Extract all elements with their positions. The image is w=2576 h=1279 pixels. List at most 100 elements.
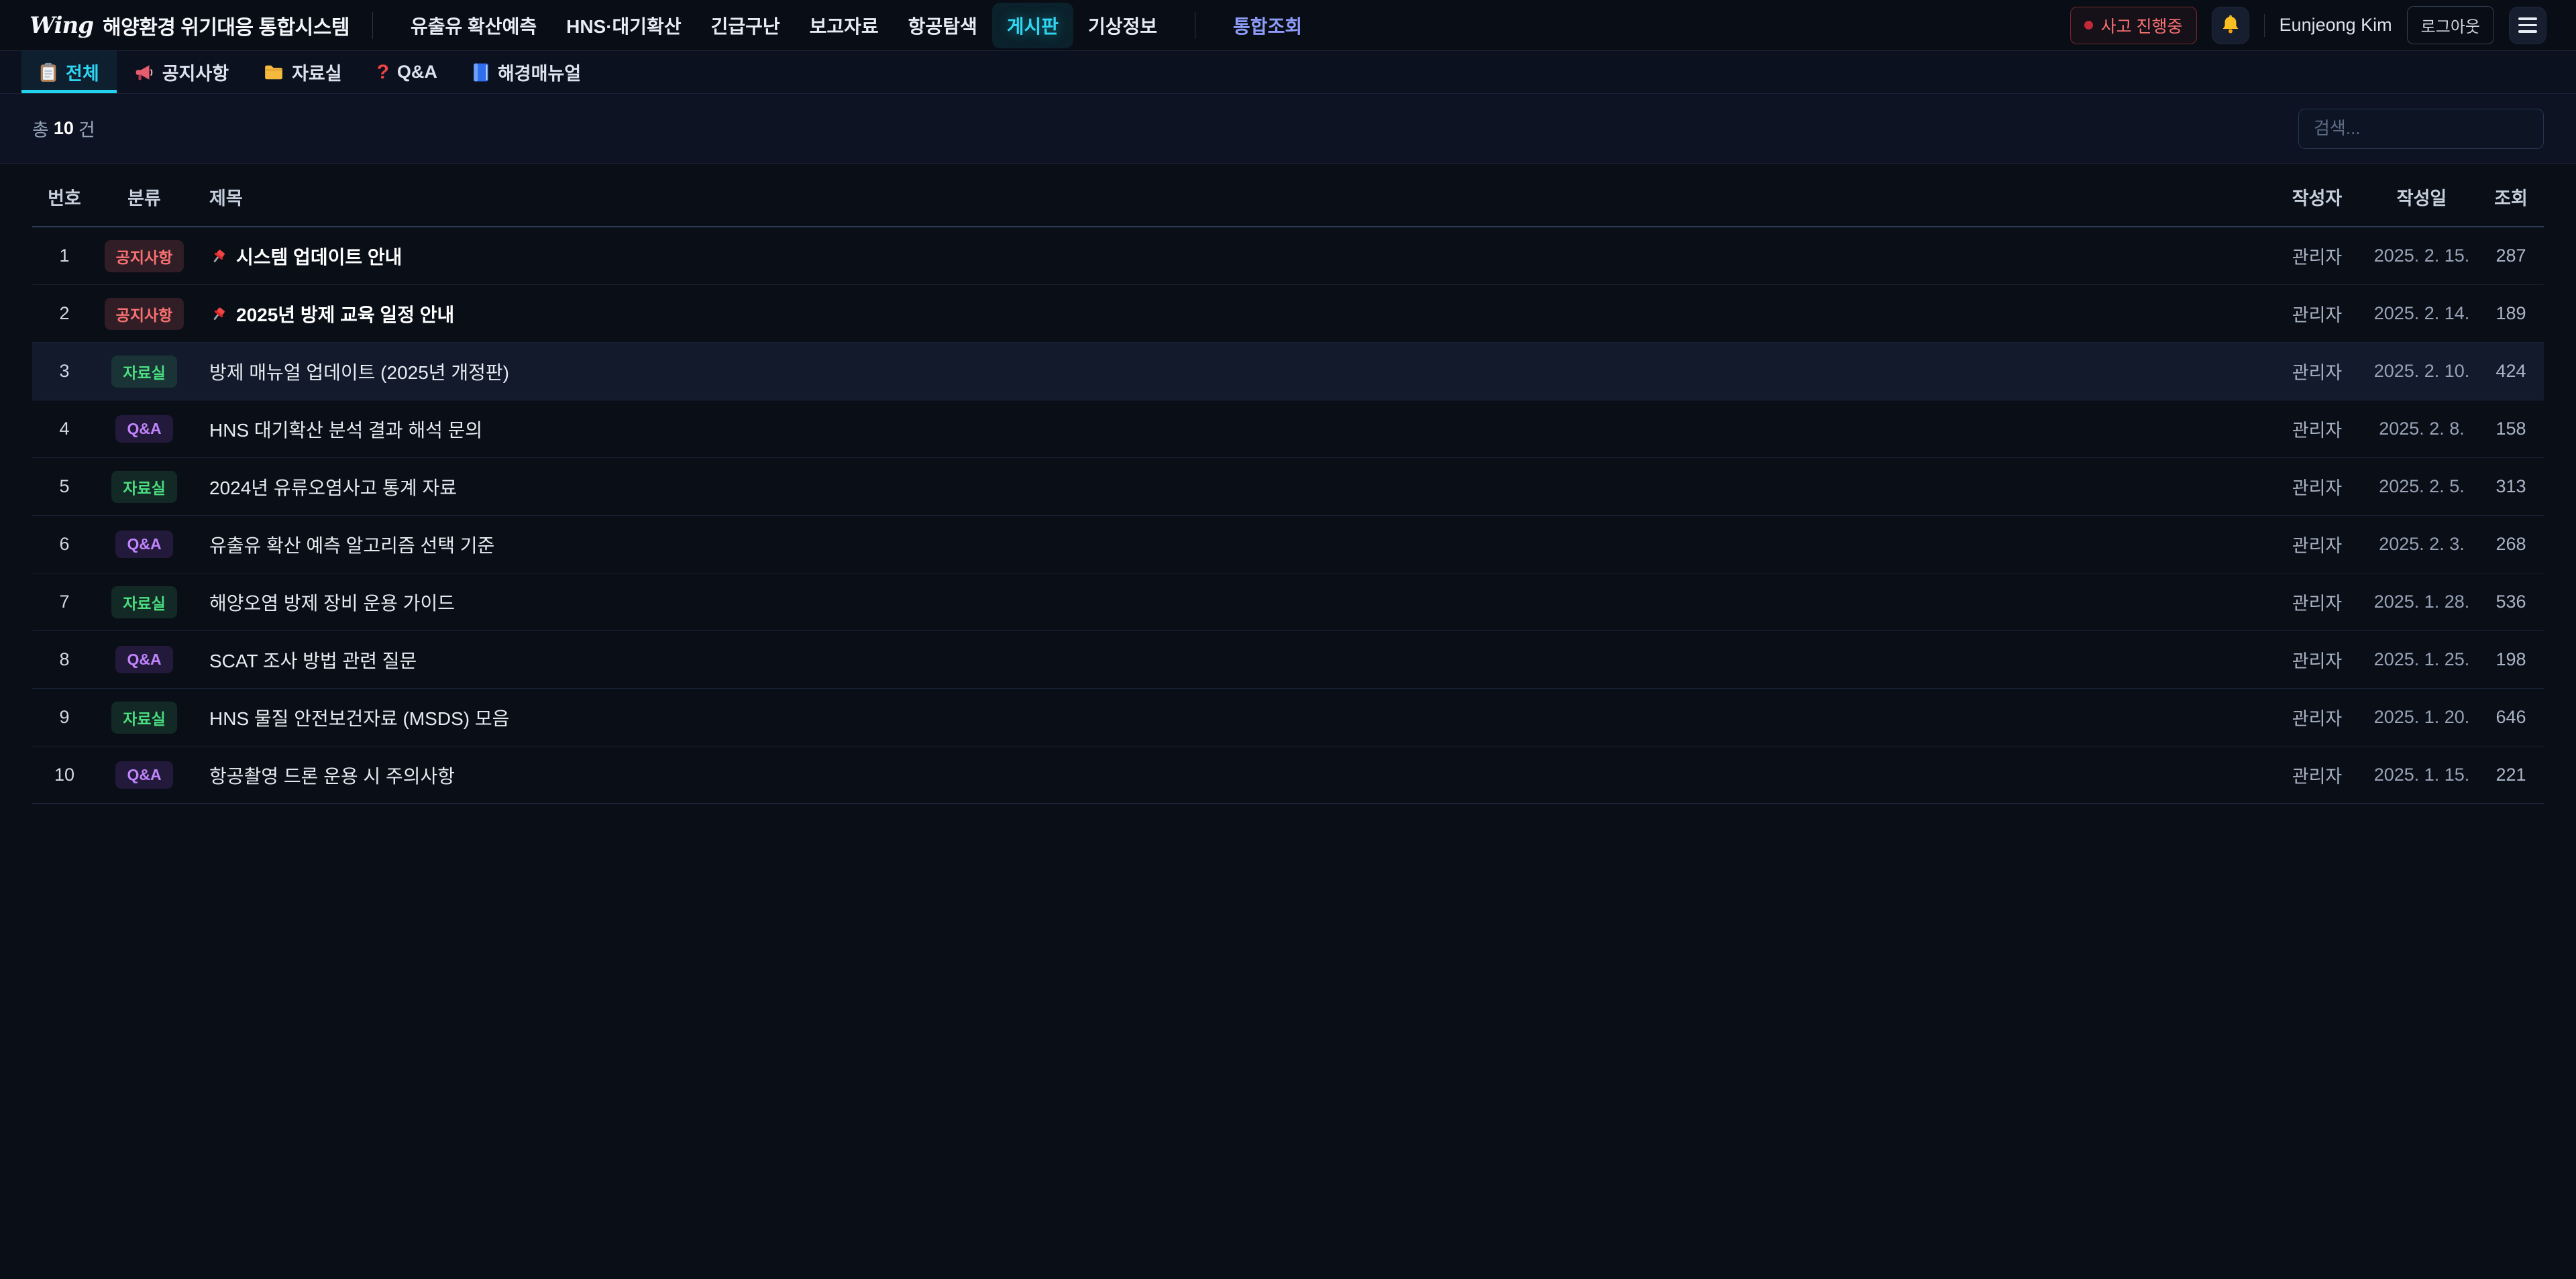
post-author: 관리자 [2269,358,2365,384]
post-views: 424 [2478,361,2544,382]
row-number: 3 [32,361,97,382]
col-header-title: 제목 [192,184,2269,210]
table-row[interactable]: 7 자료실 해양오염 방제 장비 운용 가이드 관리자 2025. 1. 28.… [32,573,2544,631]
post-date: 2025. 2. 3. [2365,534,2478,555]
post-date: 2025. 2. 8. [2365,419,2478,439]
table-row[interactable]: 1 공지사항 시스템 업데이트 안내 관리자 2025. 2. 15. 287 [32,227,2544,285]
category-badge: Q&A [115,415,172,443]
total-count-number: 10 [54,118,74,139]
nav-item-7[interactable]: 기상정보 [1073,3,1172,48]
tab-clipboard[interactable]: 전체 [21,51,117,93]
table-row[interactable]: 4 Q&A HNS 대기확산 분석 결과 해석 문의 관리자 2025. 2. … [32,400,2544,458]
category-badge: 자료실 [111,355,176,388]
post-date: 2025. 1. 20. [2365,707,2478,728]
post-author: 관리자 [2269,474,2365,500]
wing-logo-mark: Wing [30,12,93,39]
category-badge: 공지사항 [105,240,184,272]
post-views: 646 [2478,707,2544,728]
post-views: 287 [2478,245,2544,266]
board-content: 총10건 번호 분류 제목 작성자 작성일 조회 1 공지사항 시스템 업데이트… [0,94,2576,804]
nav-item-5[interactable]: 항공탐색 [894,3,992,48]
post-views: 158 [2478,419,2544,439]
tab-question[interactable]: ?Q&A [360,51,455,93]
pushpin-icon [209,247,228,266]
category-badge: Q&A [115,531,172,558]
post-author: 관리자 [2269,416,2365,442]
row-number: 10 [32,765,97,785]
post-author: 관리자 [2269,704,2365,730]
total-count: 총10건 [32,115,95,142]
table-row[interactable]: 3 자료실 방제 매뉴얼 업데이트 (2025년 개정판) 관리자 2025. … [32,343,2544,400]
main-nav: 유출유 확산예측HNS·대기확산긴급구난보고자료항공탐색게시판기상정보 [396,3,1172,48]
table-row[interactable]: 10 Q&A 항공촬영 드론 운용 시 주의사항 관리자 2025. 1. 15… [32,746,2544,804]
post-date: 2025. 2. 5. [2365,476,2478,497]
nav-item-4[interactable]: 보고자료 [795,3,894,48]
table-row[interactable]: 5 자료실 2024년 유류오염사고 통계 자료 관리자 2025. 2. 5.… [32,458,2544,516]
nav-item-1[interactable]: 유출유 확산예측 [396,3,551,48]
post-title[interactable]: 2024년 유류오염사고 통계 자료 [192,474,2269,500]
search-input[interactable] [2298,109,2544,149]
tab-megaphone[interactable]: 공지사항 [117,51,246,93]
post-title[interactable]: 유출유 확산 예측 알고리즘 선택 기준 [192,531,2269,558]
menu-button[interactable] [2509,7,2546,44]
incident-dot-icon [2084,21,2093,30]
post-title[interactable]: HNS 물질 안전보건자료 (MSDS) 모음 [192,704,2269,731]
row-number: 5 [32,476,97,497]
row-number: 6 [32,534,97,555]
notifications-button[interactable] [2212,7,2249,44]
post-title[interactable]: HNS 대기확산 분석 결과 해석 문의 [192,416,2269,443]
nav-item-6[interactable]: 게시판 [992,3,1073,48]
category-badge: 공지사항 [105,298,184,330]
megaphone-icon [134,62,154,82]
post-date: 2025. 1. 28. [2365,592,2478,612]
divider [2264,14,2265,37]
pushpin-icon [209,304,228,323]
row-number: 8 [32,649,97,670]
table-row[interactable]: 8 Q&A SCAT 조사 방법 관련 질문 관리자 2025. 1. 25. … [32,631,2544,689]
table-row[interactable]: 9 자료실 HNS 물질 안전보건자료 (MSDS) 모음 관리자 2025. … [32,689,2544,746]
tab-folder[interactable]: 자료실 [246,51,360,93]
category-badge: Q&A [115,646,172,673]
nav-item-2[interactable]: HNS·대기확산 [551,3,696,48]
post-title[interactable]: SCAT 조사 방법 관련 질문 [192,647,2269,673]
nav-item-integrated-search[interactable]: 통합조회 [1218,3,1317,48]
post-author: 관리자 [2269,300,2365,327]
logout-button[interactable]: 로그아웃 [2407,6,2494,44]
app-title: 해양환경 위기대응 통합시스템 [103,11,350,40]
row-number: 2 [32,303,97,324]
post-title[interactable]: 항공촬영 드론 운용 시 주의사항 [192,762,2269,789]
row-number: 4 [32,419,97,439]
category-badge: 자료실 [111,471,176,503]
row-number: 7 [32,592,97,612]
nav-item-3[interactable]: 긴급구난 [696,3,795,48]
incident-label: 사고 진행중 [2101,13,2183,38]
post-views: 198 [2478,649,2544,670]
incident-status-badge: 사고 진행중 [2070,7,2197,44]
post-author: 관리자 [2269,531,2365,557]
book-icon [472,62,490,82]
table-body: 1 공지사항 시스템 업데이트 안내 관리자 2025. 2. 15. 287 … [32,227,2544,804]
col-header-category: 분류 [97,184,192,210]
tab-book[interactable]: 해경매뉴얼 [455,51,598,93]
post-title[interactable]: 2025년 방제 교육 일정 안내 [192,300,2269,327]
post-views: 536 [2478,592,2544,612]
post-title[interactable]: 시스템 업데이트 안내 [192,243,2269,270]
clipboard-icon [39,62,58,82]
post-views: 313 [2478,476,2544,497]
col-header-no: 번호 [32,184,97,210]
post-title[interactable]: 해양오염 방제 장비 운용 가이드 [192,589,2269,616]
post-author: 관리자 [2269,762,2365,788]
post-date: 2025. 2. 10. [2365,361,2478,382]
table-header: 번호 분류 제목 작성자 작성일 조회 [32,164,2544,227]
app-logo[interactable]: Wing 해양환경 위기대응 통합시스템 [30,11,350,40]
post-author: 관리자 [2269,647,2365,673]
post-title[interactable]: 방제 매뉴얼 업데이트 (2025년 개정판) [192,358,2269,385]
table-row[interactable]: 6 Q&A 유출유 확산 예측 알고리즘 선택 기준 관리자 2025. 2. … [32,516,2544,573]
post-views: 268 [2478,534,2544,555]
col-header-date: 작성일 [2365,184,2478,210]
col-header-author: 작성자 [2269,184,2365,210]
table-row[interactable]: 2 공지사항 2025년 방제 교육 일정 안내 관리자 2025. 2. 14… [32,285,2544,343]
row-number: 9 [32,707,97,728]
folder-icon [264,63,284,81]
post-views: 189 [2478,303,2544,324]
